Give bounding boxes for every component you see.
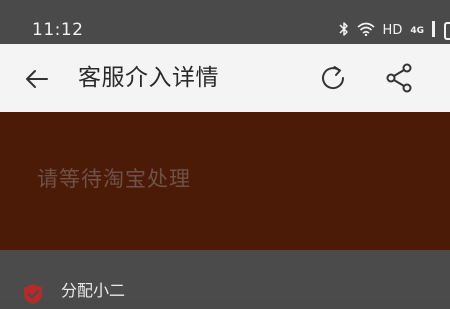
page-title: 客服介入详情 — [78, 65, 219, 91]
status-banner: 请等待淘宝处理 — [0, 112, 450, 250]
status-icons: HD 4G — [339, 20, 450, 42]
progress-step-label: 分配小二 — [61, 281, 126, 300]
status-time: 11:12 — [32, 20, 84, 40]
refresh-icon — [322, 66, 345, 90]
battery-icon — [444, 22, 450, 40]
header: 客服介入详情 — [0, 44, 450, 112]
back-button[interactable] — [22, 64, 52, 94]
share-icon — [386, 63, 412, 93]
banner-message: 请等待淘宝处理 — [37, 167, 191, 191]
signal-icon — [432, 20, 436, 42]
check-shield-icon — [22, 283, 44, 305]
back-arrow-icon — [26, 70, 48, 88]
hd-icon: HD — [382, 23, 403, 38]
wifi-icon — [357, 22, 375, 41]
status-bar: 11:12 HD 4G — [0, 0, 450, 44]
4g-icon: 4G — [410, 25, 424, 36]
share-button[interactable] — [384, 62, 416, 94]
refresh-button[interactable] — [317, 62, 349, 94]
bluetooth-icon — [339, 21, 349, 42]
progress-section: 分配小二 — [0, 250, 450, 304]
